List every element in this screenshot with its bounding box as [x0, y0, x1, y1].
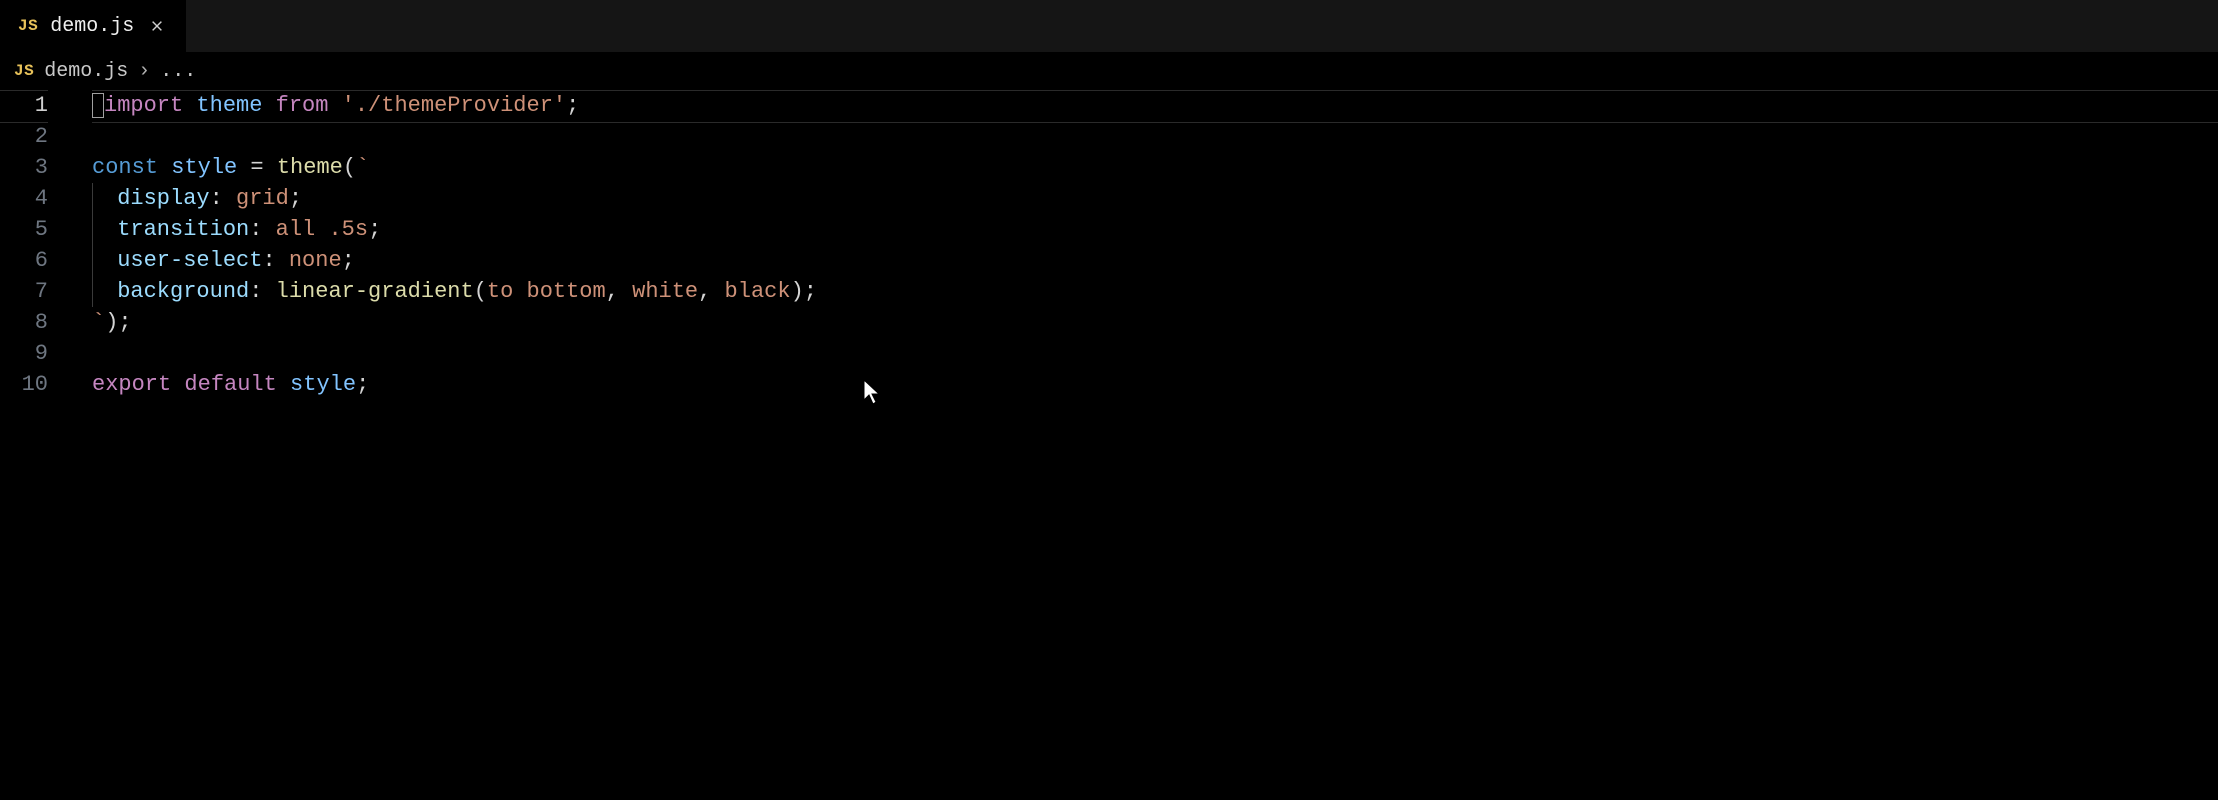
token: const: [92, 155, 171, 180]
token: :: [262, 248, 288, 273]
code-line[interactable]: transition: all .5s;: [92, 214, 2218, 245]
breadcrumb: JS demo.js › ...: [0, 52, 2218, 90]
token: ,: [606, 279, 632, 304]
code-line[interactable]: import theme from './themeProvider';: [92, 90, 2218, 121]
line-number: 9: [0, 338, 48, 369]
token: import: [104, 93, 196, 118]
token: user-select: [104, 248, 262, 273]
js-icon: JS: [14, 62, 34, 80]
token: './themeProvider': [342, 93, 566, 118]
line-number: 10: [0, 369, 48, 400]
token: grid: [236, 186, 289, 211]
token: ;: [368, 217, 381, 242]
token: transition: [104, 217, 249, 242]
tab-bar: JS demo.js: [0, 0, 2218, 52]
indent-guide: [92, 183, 104, 214]
line-gutter: 12345678910: [0, 90, 72, 800]
token: theme: [196, 93, 262, 118]
code-line[interactable]: export default style;: [92, 369, 2218, 400]
tab-filename: demo.js: [50, 15, 134, 38]
token: ;: [342, 248, 355, 273]
token: black: [725, 279, 791, 304]
code-line[interactable]: display: grid;: [92, 183, 2218, 214]
token: ,: [698, 279, 724, 304]
js-icon: JS: [18, 17, 38, 35]
token: `: [356, 155, 369, 180]
caret-icon: [92, 93, 104, 118]
line-number: 4: [0, 183, 48, 214]
line-number: 7: [0, 276, 48, 307]
token: ;: [356, 372, 369, 397]
code-line[interactable]: user-select: none;: [92, 245, 2218, 276]
code-line[interactable]: `);: [92, 307, 2218, 338]
editor-tab[interactable]: JS demo.js: [0, 0, 186, 52]
code-line[interactable]: [92, 121, 2218, 152]
token: background: [104, 279, 249, 304]
code-editor[interactable]: 12345678910 import theme from './themePr…: [0, 90, 2218, 800]
token: (: [474, 279, 487, 304]
chevron-right-icon: ›: [138, 60, 150, 83]
token: white: [632, 279, 698, 304]
indent-guide: [92, 276, 104, 307]
token: style: [171, 155, 237, 180]
token: to bottom: [487, 279, 606, 304]
line-number: 1: [0, 90, 48, 121]
code-line[interactable]: const style = theme(`: [92, 152, 2218, 183]
token: :: [249, 279, 275, 304]
token: all .5s: [276, 217, 368, 242]
token: export default: [92, 372, 290, 397]
token: style: [290, 372, 356, 397]
token: from: [262, 93, 341, 118]
token: );: [791, 279, 817, 304]
token: (: [343, 155, 356, 180]
token: none: [289, 248, 342, 273]
breadcrumb-filename[interactable]: demo.js: [44, 60, 128, 83]
code-line[interactable]: [92, 338, 2218, 369]
token: `: [92, 310, 105, 335]
line-number: 5: [0, 214, 48, 245]
line-number: 6: [0, 245, 48, 276]
token: :: [249, 217, 275, 242]
token: theme: [277, 155, 343, 180]
token: :: [210, 186, 236, 211]
line-number: 3: [0, 152, 48, 183]
token: );: [105, 310, 131, 335]
token: linear-gradient: [276, 279, 474, 304]
token: display: [104, 186, 210, 211]
code-line[interactable]: background: linear-gradient(to bottom, w…: [92, 276, 2218, 307]
code-area[interactable]: import theme from './themeProvider'; cons…: [72, 90, 2218, 800]
line-number: 2: [0, 121, 48, 152]
token: ;: [566, 93, 579, 118]
indent-guide: [92, 214, 104, 245]
line-number: 8: [0, 307, 48, 338]
token: ;: [289, 186, 302, 211]
breadcrumb-ellipsis[interactable]: ...: [160, 60, 196, 83]
token: =: [237, 155, 277, 180]
close-icon[interactable]: [146, 15, 168, 37]
indent-guide: [92, 245, 104, 276]
